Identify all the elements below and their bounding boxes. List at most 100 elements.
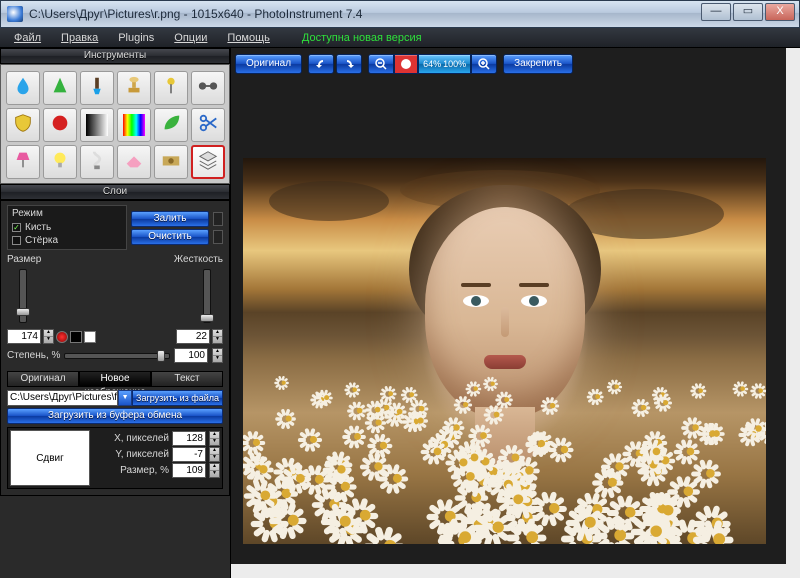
mode-eraser-checkbox[interactable]: Стёрка [12, 234, 122, 247]
redo-button[interactable] [336, 54, 362, 74]
daisy-decoration [328, 456, 355, 483]
tool-stamp[interactable] [117, 71, 151, 105]
mode-box: Режим ✓ Кисть Стёрка [7, 205, 127, 250]
param-size-spinner[interactable]: ▲▼ [209, 463, 220, 478]
tool-drop[interactable] [6, 71, 40, 105]
clear-options-button[interactable] [213, 230, 223, 244]
window-minimize-button[interactable]: — [701, 3, 731, 21]
canvas-area[interactable]: Оригинал 64% 100% [231, 48, 800, 578]
tools-grid [0, 64, 230, 184]
fill-options-button[interactable] [213, 212, 223, 226]
load-from-file-button[interactable]: Загрузить из файла [132, 390, 223, 406]
tool-eraser[interactable] [117, 145, 151, 179]
tool-bulb[interactable] [43, 145, 77, 179]
cone-icon [49, 75, 71, 102]
dumbbell-icon [197, 75, 219, 102]
mode-brush-checkbox[interactable]: ✓ Кисть [12, 221, 122, 234]
update-available-link[interactable]: Доступна новая версия [294, 30, 430, 46]
daisy-decoration [698, 461, 725, 488]
size-slider[interactable] [19, 269, 27, 323]
hardness-slider[interactable] [203, 269, 211, 323]
swatch-white-icon[interactable] [84, 331, 96, 343]
tool-gradient-bw[interactable] [80, 108, 114, 142]
tool-leaf[interactable] [154, 108, 188, 142]
param-size-label: Размер, % [120, 465, 169, 476]
reset-icon [401, 59, 411, 69]
daisy-decoration [287, 465, 315, 493]
param-y-input[interactable]: -7 [172, 447, 206, 462]
menu-help[interactable]: Помощь [219, 30, 278, 46]
shield-icon [12, 112, 34, 139]
tab-text[interactable]: Текст [151, 371, 223, 387]
hardness-input[interactable]: 22 [176, 329, 210, 344]
menu-edit[interactable]: Правка [53, 30, 106, 46]
tab-new-image[interactable]: Новое изображение [79, 371, 151, 387]
daisy-decoration [503, 484, 534, 515]
tool-money[interactable] [154, 145, 188, 179]
param-x-input[interactable]: 128 [172, 431, 206, 446]
tool-shield[interactable] [6, 108, 40, 142]
daisy-decoration [610, 380, 624, 394]
zoom-in-button[interactable] [471, 54, 497, 74]
daisy-decoration [639, 514, 675, 544]
tools-panel-header: Инструменты [0, 48, 230, 64]
daisy-decoration [573, 505, 608, 540]
param-y-spinner[interactable]: ▲▼ [209, 447, 220, 462]
daisy-decoration [748, 418, 766, 438]
menu-plugins[interactable]: Plugins [110, 30, 162, 46]
menu-file[interactable]: Файл [6, 30, 49, 46]
menu-options[interactable]: Опции [166, 30, 215, 46]
param-size-input[interactable]: 109 [172, 463, 206, 478]
file-dropdown-button[interactable]: ▼ [118, 390, 132, 406]
tool-gradient-rainbow[interactable] [117, 108, 151, 142]
daisy-decoration [411, 411, 430, 430]
degree-spinner[interactable]: ▲▼ [212, 348, 223, 363]
daisy-decoration [303, 429, 325, 451]
layers-icon [197, 149, 219, 176]
daisy-decoration [451, 450, 477, 476]
tool-dumbbell[interactable] [191, 71, 225, 105]
toolbar-pin-button[interactable]: Закрепить [503, 54, 573, 74]
tab-original[interactable]: Оригинал [7, 371, 79, 387]
zoom-level-display[interactable]: 64% 100% [418, 54, 471, 74]
daisy-decoration [348, 383, 363, 398]
tool-scissors[interactable] [191, 108, 225, 142]
pin-icon [160, 75, 182, 102]
daisy-decoration [457, 397, 474, 414]
toolbar-original-button[interactable]: Оригинал [235, 54, 302, 74]
hardness-spinner[interactable]: ▲▼ [212, 329, 223, 344]
zoom-out-button[interactable] [368, 54, 394, 74]
degree-input[interactable]: 100 [174, 348, 208, 363]
window-maximize-button[interactable]: ▭ [733, 3, 763, 21]
shift-preview[interactable]: Сдвиг [10, 430, 90, 486]
tool-pin[interactable] [154, 71, 188, 105]
size-input[interactable]: 174 [7, 329, 41, 344]
degree-slider[interactable] [64, 353, 170, 359]
tool-layers[interactable] [191, 145, 225, 179]
undo-button[interactable] [308, 54, 334, 74]
tool-cone[interactable] [43, 71, 77, 105]
tool-red-circle[interactable] [43, 108, 77, 142]
param-x-spinner[interactable]: ▲▼ [209, 431, 220, 446]
checkbox-icon [12, 236, 21, 245]
stamp-icon [123, 75, 145, 102]
size-spinner[interactable]: ▲▼ [43, 329, 54, 344]
daisy-decoration [473, 426, 495, 448]
clear-button[interactable]: Очистить [131, 229, 209, 245]
tool-lamp[interactable] [6, 145, 40, 179]
file-path-field[interactable]: C:\Users\Друг\Pictures\foto на ▾ [7, 390, 118, 406]
tool-brush[interactable] [80, 71, 114, 105]
leaf-icon [160, 112, 182, 139]
swatch-black-icon[interactable] [70, 331, 82, 343]
load-from-clipboard-button[interactable]: Загрузить из буфера обмена [7, 408, 223, 424]
daisy-decoration [347, 426, 369, 448]
daisy-decoration [280, 409, 299, 428]
gradient-rainbow-icon [123, 114, 145, 136]
window-close-button[interactable]: X [765, 3, 795, 21]
swatch-red-icon[interactable] [56, 331, 68, 343]
drop-icon [12, 75, 34, 102]
tool-cfl[interactable] [80, 145, 114, 179]
daisy-decoration [486, 377, 500, 391]
fill-button[interactable]: Залить [131, 211, 209, 227]
zoom-reset-button[interactable] [394, 54, 418, 74]
